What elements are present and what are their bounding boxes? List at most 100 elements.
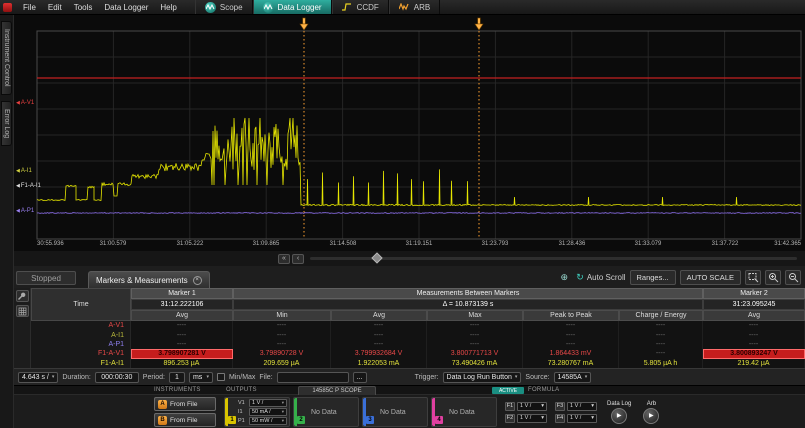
browse-file-button[interactable]: ... <box>353 372 367 383</box>
data-log-play-button[interactable]: ▶ <box>611 408 627 424</box>
sidebar-tab-instrument-control[interactable]: Instrument Control <box>1 21 12 95</box>
outputs-label: OUTPUTS <box>226 387 257 393</box>
channel-number: 2 <box>297 416 305 424</box>
trigger-label: Trigger: <box>415 374 439 381</box>
trace-label-a-p1[interactable]: ◀A-P1 <box>16 208 34 214</box>
measurement-cell: 73.490426 mA <box>427 359 523 368</box>
row-label-a-v1[interactable]: A-V1 <box>31 321 131 330</box>
duration-input[interactable]: 000:00:30 <box>95 372 139 383</box>
output-channels: 1 V1 1 V /▾ I1 50 mA /▾ P1 50 mW /▾ 2 No… <box>224 397 497 427</box>
measurement-cell: ---- <box>427 330 523 339</box>
bottom-center-tab[interactable]: 14585C P SCOPE <box>298 386 376 395</box>
close-tab-icon[interactable]: × <box>193 276 202 285</box>
scroll-page-left-button[interactable]: « <box>278 254 290 264</box>
trace-label-a-i1[interactable]: ◀A-I1 <box>16 168 32 174</box>
instrument-a-badge: A <box>158 400 167 409</box>
tab-data-logger[interactable]: Data Logger <box>253 0 332 14</box>
formula-label: FORMULA <box>528 387 559 393</box>
f4-scale-select[interactable]: 1 V / ▾ <box>567 414 597 423</box>
row-label-a-i1[interactable]: A-I1 <box>31 330 131 339</box>
measurement-cell: ---- <box>523 340 619 349</box>
arb-play-button[interactable]: ▶ <box>643 408 659 424</box>
file-input[interactable] <box>277 372 349 383</box>
measurement-cell: ---- <box>331 321 427 330</box>
sidebar-tab-error-log[interactable]: Error Log <box>1 101 12 146</box>
stopped-status-button[interactable]: Stopped <box>16 271 76 285</box>
v1-label: V1 <box>238 400 247 406</box>
auto-scroll-button[interactable]: ↻ Auto Scroll <box>576 272 625 283</box>
menu-file[interactable]: File <box>17 0 42 14</box>
minmax-checkbox[interactable] <box>217 373 225 381</box>
data-log-label: Data Log <box>607 401 631 407</box>
trace-label-f1-a-i1[interactable]: ◀F1-A-I1 <box>16 183 41 189</box>
menu-edit[interactable]: Edit <box>42 0 68 14</box>
timebase-select[interactable]: 4.643 s / ▾ <box>18 372 58 383</box>
formula-f3: F3 1 V /▾ <box>555 402 597 411</box>
f4-scale-value: 1 V / <box>570 415 581 421</box>
scroll-thumb[interactable] <box>372 252 383 263</box>
pan-icon[interactable]: ⊕ <box>556 270 572 285</box>
channel-number: 4 <box>435 416 443 424</box>
source-select[interactable]: 14585A ▾ <box>554 372 592 383</box>
chevron-down-icon: ▾ <box>591 415 594 421</box>
measure-tools-icon[interactable] <box>16 290 29 302</box>
period-input[interactable]: 1 <box>169 372 185 383</box>
tab-ccdf[interactable]: CCDF <box>332 0 389 14</box>
menu-help[interactable]: Help <box>154 0 182 14</box>
f1-badge[interactable]: F1 <box>505 402 515 411</box>
tab-scope[interactable]: Scope <box>195 0 253 14</box>
instrument-b-badge: B <box>158 416 167 425</box>
channel-2[interactable]: 2 No Data <box>293 397 359 427</box>
table-grid-icon[interactable] <box>16 305 29 317</box>
channel-4[interactable]: 4 No Data <box>431 397 497 427</box>
p1-scale-select[interactable]: 50 mW /▾ <box>249 417 287 425</box>
ranges-button[interactable]: Ranges... <box>630 270 676 285</box>
zoom-box-icon[interactable] <box>745 270 761 285</box>
from-file-column: A From File B From File <box>154 397 216 427</box>
chart-area[interactable]: ◀A-V1 ◀A-I1 ◀F1-A-I1 ◀A-P1 30:55.936 31:… <box>14 15 805 251</box>
col-header-m1-avg: Avg <box>131 310 233 321</box>
zoom-out-icon[interactable] <box>785 270 801 285</box>
tab-arb[interactable]: ARB <box>389 0 440 14</box>
measurement-cell: ---- <box>619 330 703 339</box>
app-window: File Edit Tools Data Logger Help Scope D… <box>0 0 805 428</box>
tab-label: ARB <box>414 3 430 12</box>
waveform-plot[interactable] <box>14 15 805 251</box>
f2-badge[interactable]: F2 <box>505 414 515 423</box>
row-label-f1-a-v1[interactable]: F1-A-V1 <box>31 349 131 358</box>
menu-data-logger[interactable]: Data Logger <box>98 0 154 14</box>
channel-1[interactable]: 1 V1 1 V /▾ I1 50 mA /▾ P1 50 mW /▾ <box>224 397 290 427</box>
zoom-in-icon[interactable] <box>765 270 781 285</box>
row-label-f1-a-i1[interactable]: F1-A-I1 <box>31 359 131 368</box>
from-file-b-button[interactable]: B From File <box>154 413 216 427</box>
f3-badge[interactable]: F3 <box>555 402 565 411</box>
marker1-header[interactable]: Marker 1 <box>131 288 233 299</box>
from-file-a-button[interactable]: A From File <box>154 397 216 411</box>
channel-number: 1 <box>228 416 236 424</box>
source-label: Source: <box>525 374 549 381</box>
marker1-value-cell: 896.253 µA <box>131 359 233 368</box>
scroll-step-left-button[interactable]: ‹ <box>292 254 304 264</box>
period-unit-select[interactable]: ms ▾ <box>189 372 213 383</box>
channel-3[interactable]: 3 No Data <box>362 397 428 427</box>
tab-markers-measurements[interactable]: Markers & Measurements × <box>88 271 210 288</box>
i1-scale-select[interactable]: 50 mA /▾ <box>249 408 287 416</box>
f4-badge[interactable]: F4 <box>555 414 565 423</box>
row-label-a-p1[interactable]: A-P1 <box>31 340 131 349</box>
scroll-track[interactable] <box>310 257 797 260</box>
auto-scale-button[interactable]: AUTO SCALE <box>680 270 741 285</box>
ccdf-wave-icon <box>342 2 353 13</box>
trace-label-a-v1[interactable]: ◀A-V1 <box>16 100 34 106</box>
f2-scale-select[interactable]: 1 V /▾ <box>517 414 547 423</box>
f1-scale-select[interactable]: 1 V /▾ <box>517 402 547 411</box>
timebase-value: 4.643 s / <box>22 374 49 381</box>
marker2-header[interactable]: Marker 2 <box>703 288 805 299</box>
time-column-header: Time <box>31 288 131 321</box>
panel-body: A From File B From File 1 V1 1 V /▾ I1 5… <box>14 395 805 428</box>
v1-scale-select[interactable]: 1 V /▾ <box>249 399 287 407</box>
measurement-cell: ---- <box>331 330 427 339</box>
trigger-select[interactable]: Data Log Run Button ▾ <box>443 372 522 383</box>
time-tick-label: 31:23.793 <box>482 241 509 247</box>
menu-tools[interactable]: Tools <box>68 0 99 14</box>
f3-scale-select[interactable]: 1 V /▾ <box>567 402 597 411</box>
